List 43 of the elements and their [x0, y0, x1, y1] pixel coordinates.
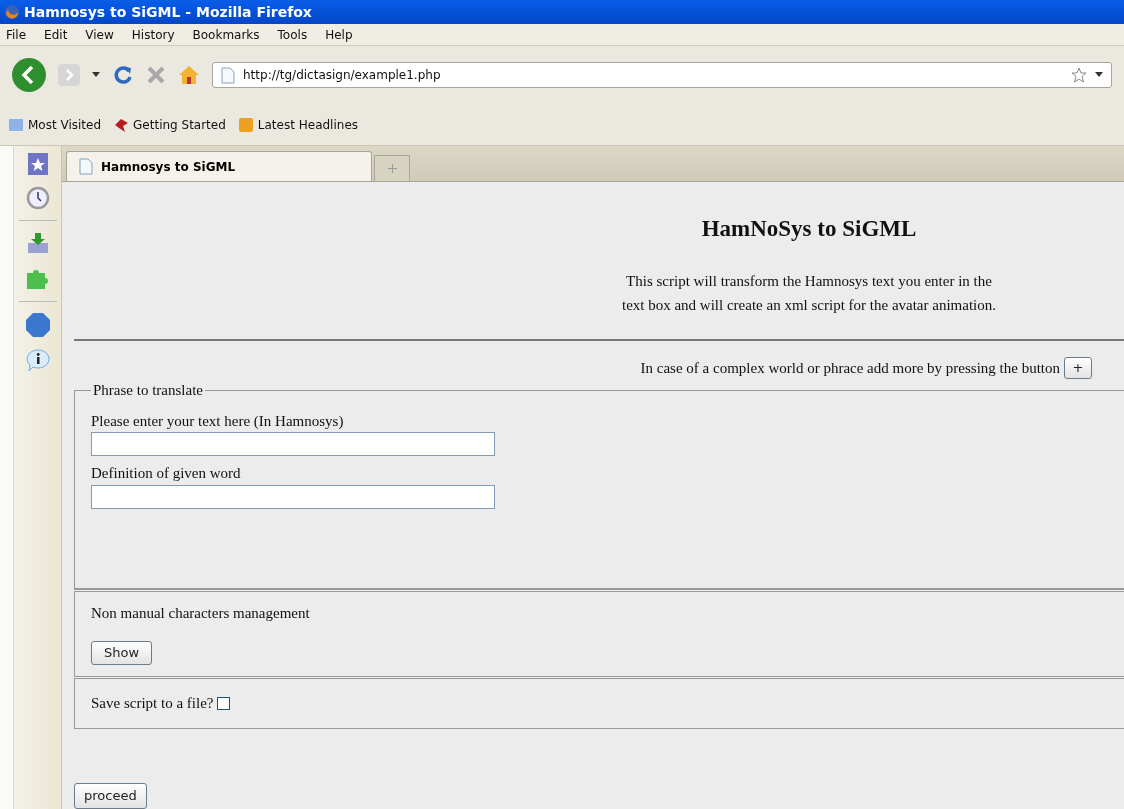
save-label: Save script to a file?	[91, 694, 214, 714]
home-icon[interactable]	[178, 65, 200, 85]
menu-item[interactable]: History	[131, 25, 175, 44]
section-label: Non manual characters management	[91, 604, 310, 623]
address-field[interactable]: http://tg/dictasign/example1.php	[212, 62, 1112, 88]
show-button[interactable]: Show	[91, 640, 153, 665]
description-text: text box and will create an xml script for the avatar animation.	[621, 295, 996, 315]
menu-item[interactable]: Help	[325, 25, 353, 44]
page-icon	[79, 158, 93, 175]
save-checkbox[interactable]	[217, 697, 231, 710]
browser-tab[interactable]: Hamnosys to SiGML	[66, 151, 372, 181]
fieldset-legend: Phrase to translate	[91, 379, 205, 402]
firefox-icon	[4, 4, 20, 20]
menu-item[interactable]: Tools	[277, 25, 308, 44]
star-icon[interactable]	[1071, 67, 1087, 83]
add-button[interactable]: +	[1064, 356, 1092, 379]
bookmarks-icon[interactable]	[26, 152, 49, 176]
menu-item[interactable]: Edit	[44, 25, 68, 44]
stop-icon[interactable]	[146, 65, 166, 85]
plus-icon	[387, 164, 397, 173]
bookmark-item[interactable]: Getting Started	[113, 115, 226, 134]
description-text: This script will transform the Hamnosys text you enter in the	[626, 271, 992, 291]
back-button[interactable]	[12, 58, 46, 92]
reload-icon[interactable]	[112, 64, 134, 86]
dropdown-icon[interactable]	[92, 72, 100, 78]
dropdown-icon[interactable]	[1095, 72, 1103, 78]
window-title: Hamnosys to SiGML - Mozilla Firefox	[24, 2, 312, 22]
field-label: Please enter your text here (In Hamnosys)	[91, 411, 345, 431]
menu-item[interactable]: File	[6, 25, 27, 44]
page-icon	[221, 66, 235, 84]
bookmark-item[interactable]: Latest Headlines	[237, 115, 358, 134]
info-icon[interactable]	[24, 348, 51, 372]
bookmark-item[interactable]: Most Visited	[8, 115, 102, 134]
menu-item[interactable]: View	[85, 25, 114, 44]
page-heading: HamNoSys to SiGML	[701, 215, 917, 243]
menu-item[interactable]: Bookmarks	[192, 25, 260, 44]
text-field[interactable]	[91, 432, 495, 456]
proceed-button[interactable]: proceed	[74, 783, 147, 809]
add-hint-text: In case of a complex world or phrace add more by pressing the button	[640, 358, 1060, 378]
clock-icon[interactable]	[25, 186, 50, 210]
text-field[interactable]	[91, 484, 495, 509]
download-icon[interactable]	[25, 231, 50, 255]
field-label: Definition of given word	[91, 464, 242, 483]
